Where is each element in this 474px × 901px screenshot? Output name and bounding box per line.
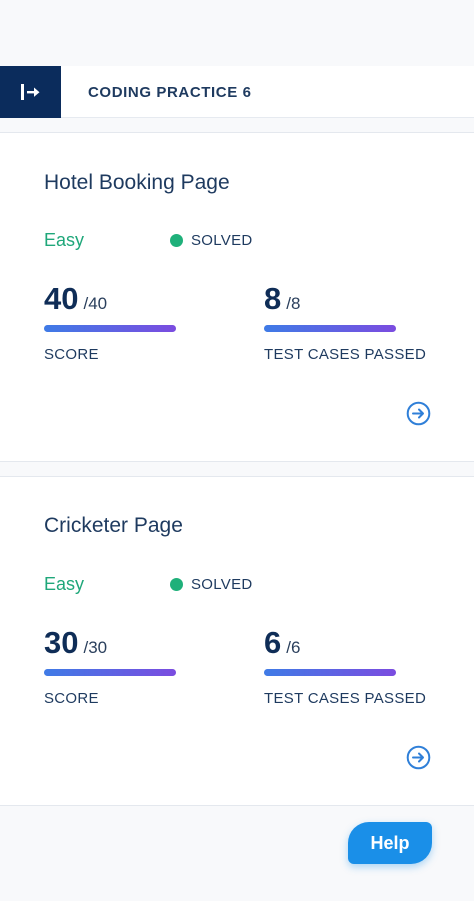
status-badge: SOLVED bbox=[170, 576, 253, 593]
page-title: CODING PRACTICE 6 bbox=[88, 83, 252, 101]
test-cases-metric: 8 /8 TEST CASES PASSED bbox=[264, 281, 426, 363]
test-cases-number: 8 bbox=[264, 281, 282, 316]
score-progress-fill bbox=[44, 325, 176, 332]
problem-title: Cricketer Page bbox=[44, 514, 183, 537]
score-label: SCORE bbox=[44, 690, 99, 707]
score-number: 40 bbox=[44, 281, 79, 316]
difficulty-badge: Easy bbox=[44, 574, 85, 594]
test-cases-value: 6 /6 bbox=[264, 625, 426, 661]
problem-card-hotel-booking[interactable]: Hotel Booking Page Easy SOLVED 40 /40 SC… bbox=[0, 132, 474, 462]
score-value: 30 /30 bbox=[44, 625, 176, 661]
test-cases-label: TEST CASES PASSED bbox=[264, 690, 427, 707]
sidebar-expand-icon bbox=[20, 84, 39, 100]
score-metric: 30 /30 SCORE bbox=[44, 625, 176, 707]
test-cases-value: 8 /8 bbox=[264, 281, 426, 317]
help-button[interactable]: Help bbox=[348, 822, 432, 864]
problem-card-cricketer[interactable]: Cricketer Page Easy SOLVED 30 /30 SCORE … bbox=[0, 476, 474, 806]
test-cases-metric: 6 /6 TEST CASES PASSED bbox=[264, 625, 426, 707]
arrow-right-circle-icon[interactable] bbox=[406, 745, 431, 770]
score-metric: 40 /40 SCORE bbox=[44, 281, 176, 363]
score-progress-bar bbox=[44, 669, 176, 676]
arrow-right-circle-icon[interactable] bbox=[406, 401, 431, 426]
status-badge: SOLVED bbox=[170, 232, 253, 249]
test-cases-progress-fill bbox=[264, 669, 396, 676]
score-label: SCORE bbox=[44, 346, 99, 363]
score-value: 40 /40 bbox=[44, 281, 176, 317]
top-bar: CODING PRACTICE 6 bbox=[0, 66, 474, 118]
test-cases-number: 6 bbox=[264, 625, 282, 660]
test-cases-progress-fill bbox=[264, 325, 396, 332]
test-cases-total: /6 bbox=[286, 638, 301, 657]
test-cases-progress-bar bbox=[264, 669, 396, 676]
test-cases-total: /8 bbox=[286, 294, 301, 313]
solved-dot-icon bbox=[170, 234, 183, 247]
score-progress-fill bbox=[44, 669, 176, 676]
score-progress-bar bbox=[44, 325, 176, 332]
status-text: SOLVED bbox=[191, 576, 253, 593]
difficulty-badge: Easy bbox=[44, 230, 85, 250]
score-total: /30 bbox=[83, 638, 108, 657]
problem-title: Hotel Booking Page bbox=[44, 171, 230, 194]
test-cases-label: TEST CASES PASSED bbox=[264, 346, 427, 363]
score-total: /40 bbox=[83, 294, 108, 313]
test-cases-progress-bar bbox=[264, 325, 396, 332]
solved-dot-icon bbox=[170, 578, 183, 591]
score-number: 30 bbox=[44, 625, 79, 660]
sidebar-toggle-button[interactable] bbox=[0, 66, 61, 118]
status-text: SOLVED bbox=[191, 232, 253, 249]
